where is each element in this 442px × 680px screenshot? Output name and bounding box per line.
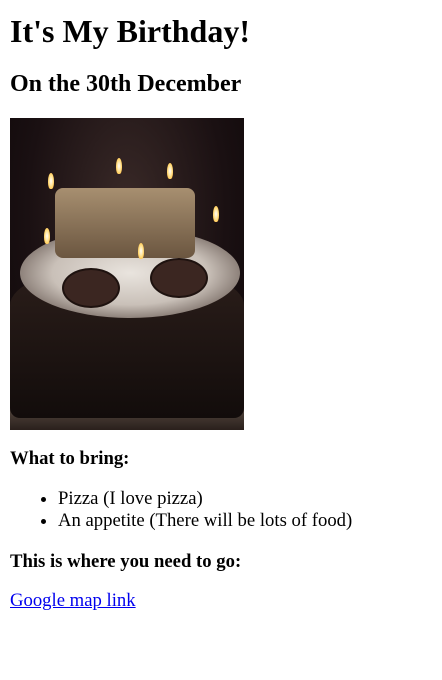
- location-heading: This is where you need to go:: [10, 550, 242, 572]
- candle-flame: [44, 228, 50, 245]
- page-subtitle: On the 30th December: [10, 70, 242, 97]
- list-item: Pizza (I love pizza): [58, 488, 434, 510]
- list-item: An appetite (There will be lots of food): [58, 510, 434, 532]
- candle-flame: [48, 173, 54, 190]
- page-title: It's My Birthday!: [10, 13, 250, 49]
- birthday-cake-image: [10, 118, 244, 431]
- cake-plaque: [55, 188, 195, 259]
- candle-flame: [213, 206, 219, 223]
- candle-flame: [138, 243, 144, 260]
- bring-list: Pizza (I love pizza) An appetite (There …: [8, 488, 434, 533]
- bring-heading: What to bring:: [10, 448, 130, 470]
- candle-flame: [167, 163, 173, 180]
- candle-flame: [116, 158, 122, 175]
- google-map-link[interactable]: Google map link: [10, 590, 136, 611]
